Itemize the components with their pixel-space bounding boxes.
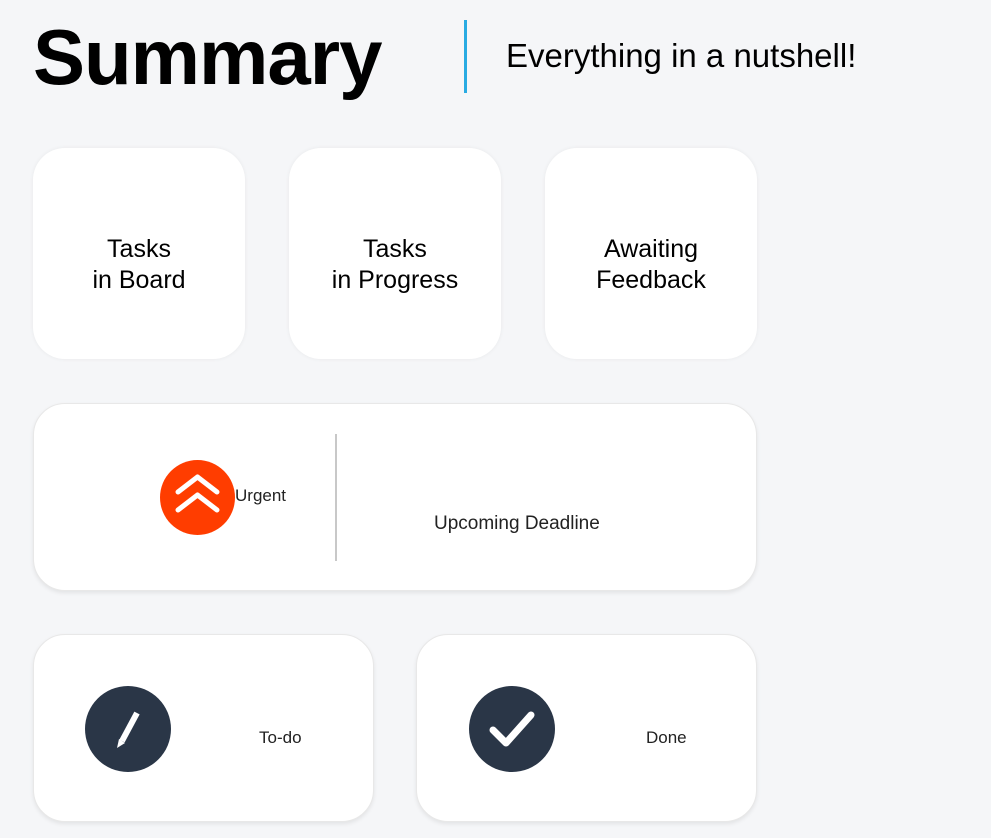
awaiting-feedback-card[interactable]: Awaiting Feedback <box>545 148 757 359</box>
tasks-in-progress-label: Tasks in Progress <box>331 234 459 294</box>
title-divider <box>464 20 467 93</box>
checkmark-icon <box>469 686 555 772</box>
card-divider <box>335 434 337 561</box>
done-label: Done <box>646 728 687 747</box>
tasks-in-progress-card[interactable]: Tasks in Progress <box>289 148 501 359</box>
awaiting-feedback-label: Awaiting Feedback <box>596 234 706 294</box>
urgent-deadline-card[interactable]: Urgent Upcoming Deadline <box>33 403 757 591</box>
todo-card[interactable]: To-do <box>33 634 374 822</box>
urgent-label: Urgent <box>235 486 287 505</box>
page-title: Summary <box>33 13 382 101</box>
upcoming-deadline-label: Upcoming Deadline <box>434 513 600 534</box>
todo-label: To-do <box>259 728 302 747</box>
tasks-in-board-label: Tasks in Board <box>92 234 186 294</box>
double-chevron-up-icon <box>160 460 235 535</box>
tasks-in-board-card[interactable]: Tasks in Board <box>33 148 245 359</box>
done-card[interactable]: Done <box>416 634 757 822</box>
pencil-icon <box>85 686 171 772</box>
summary-page: Summary Everything in a nutshell! Tasks … <box>0 0 991 838</box>
page-subtitle: Everything in a nutshell! <box>506 37 857 74</box>
